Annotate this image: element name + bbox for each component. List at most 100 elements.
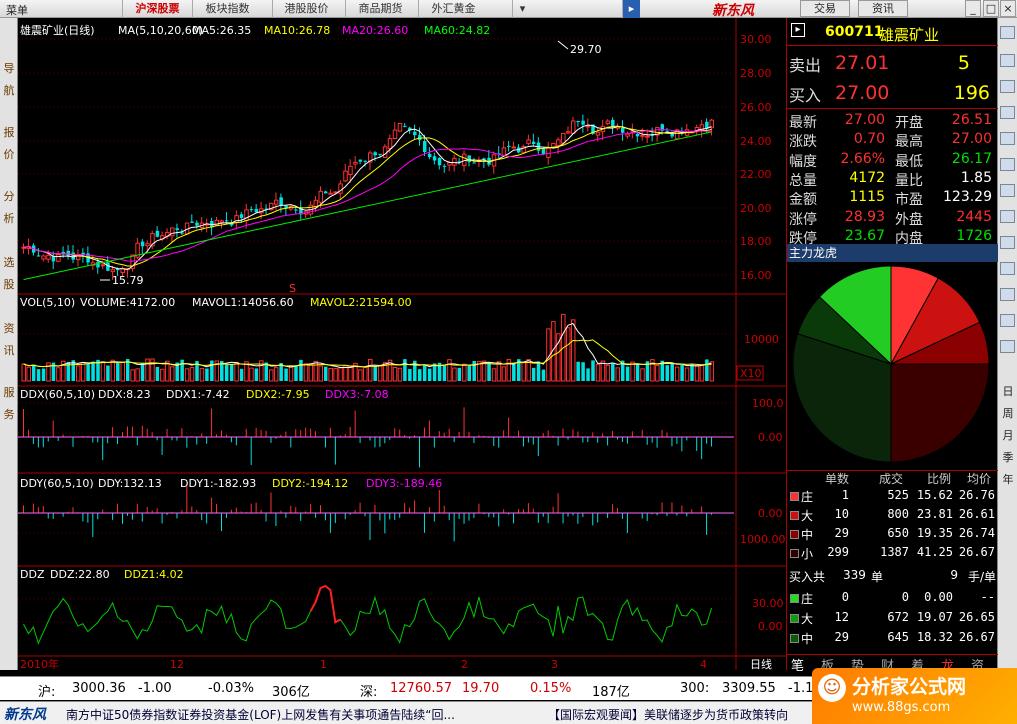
period-label[interactable]: 日线 — [750, 657, 772, 670]
tool-icon-10[interactable] — [1000, 262, 1015, 275]
candle-body — [195, 222, 199, 226]
ddy-label: DDY(60,5,10) — [20, 477, 94, 490]
tool-icon-11[interactable] — [1000, 288, 1015, 301]
tool-icon-2[interactable] — [1000, 54, 1015, 67]
sidebar-analysis-1[interactable]: 分 — [1, 186, 17, 207]
tool-icon-12[interactable] — [1000, 314, 1015, 327]
quote-toggle-icon[interactable]: ▸ — [791, 23, 805, 37]
candle-body — [140, 241, 145, 247]
sidebar-select-2[interactable]: 股 — [1, 274, 17, 295]
sidebar-quote-1[interactable]: 报 — [1, 122, 17, 143]
volume-bar — [531, 367, 536, 381]
sz-percent: 0.15% — [530, 681, 572, 696]
order-cell: -- — [980, 590, 995, 604]
sidebar-nav-1[interactable]: 导 — [1, 58, 17, 79]
quote-value-2: 26.51 — [951, 112, 992, 128]
sidebar-info-2[interactable]: 讯 — [1, 340, 17, 361]
sidebar-analysis-2[interactable]: 析 — [1, 208, 17, 229]
date-tick-3: 1 — [320, 658, 327, 670]
quote-row: 总量 4172 量比 1.85 — [787, 170, 998, 190]
volume-bar — [581, 362, 585, 381]
tab-futures[interactable]: 商品期货 — [345, 0, 415, 18]
period-day[interactable]: 日 — [1000, 382, 1016, 402]
candle-body — [180, 232, 184, 234]
sell-label: 卖出 — [789, 56, 822, 75]
maximize-icon[interactable]: □ — [983, 0, 999, 17]
sidebar-nav-2[interactable]: 航 — [1, 80, 17, 101]
quote-value: 27.00 — [844, 112, 885, 128]
sz-amount: 187亿 — [592, 685, 630, 700]
period-season[interactable]: 季 — [1000, 448, 1016, 468]
volume-bar — [512, 362, 516, 381]
scroll-right-icon[interactable]: ▸ — [622, 0, 640, 18]
candle-body — [546, 147, 551, 158]
kline-chart-area[interactable]: 雄震矿业(日线) MA(5,10,20,60) MA5:26.35 MA10:2… — [18, 18, 786, 670]
tool-icon-8[interactable] — [1000, 210, 1015, 223]
period-month[interactable]: 月 — [1000, 426, 1016, 446]
news-item-1[interactable]: 南方中证50债券指数证券投资基金(LOF)上网发售有关事项通告陆续“回... — [66, 706, 455, 723]
buy-volume: 196 — [953, 82, 990, 104]
order-color-swatch — [790, 530, 799, 539]
order-cell: 12 — [834, 610, 849, 624]
volume-bar — [284, 368, 288, 381]
quote-row: 幅度 2.66% 最低 26.17 — [787, 151, 998, 171]
volume-bar — [184, 368, 190, 382]
tool-icon-1[interactable] — [1000, 26, 1015, 39]
vol-unit: X10 — [740, 367, 762, 380]
candle-body — [442, 165, 447, 167]
order-cell: 10 — [834, 507, 849, 521]
news-item-2[interactable]: 【国际宏观要闻】美联储逐步为货币政策转向 — [548, 706, 788, 723]
volume-bar — [605, 364, 611, 382]
order-row: 小 299 1387 41.25 26.67 — [787, 545, 998, 563]
quote-value: 28.93 — [844, 208, 885, 225]
date-tick-2: 12 — [170, 658, 184, 670]
tool-icon-4[interactable] — [1000, 106, 1015, 119]
sidebar-service-1[interactable]: 服 — [1, 382, 17, 403]
volume-bar — [333, 368, 338, 382]
order-cell: 18.32 — [916, 630, 953, 644]
left-sidebar: 导 航 报 价 分 析 选 股 资 讯 服 务 — [0, 18, 18, 670]
volume-bar — [328, 368, 333, 382]
period-year[interactable]: 年 — [1000, 470, 1016, 490]
buy-summary-hands-unit: 手/单 — [967, 570, 996, 584]
volume-bar — [189, 367, 195, 382]
tool-icon-7[interactable] — [1000, 184, 1015, 197]
candle-body — [392, 129, 398, 139]
tab-ticks[interactable]: 笔 — [791, 655, 804, 674]
period-week[interactable]: 周 — [1000, 404, 1016, 424]
tab-forex-gold[interactable]: 外汇黄金 — [418, 0, 488, 18]
tool-icon-13[interactable] — [1000, 340, 1015, 353]
dropdown-arrow-icon[interactable]: ▾ — [512, 0, 532, 18]
tool-icon-5[interactable] — [1000, 132, 1015, 145]
volume-bar — [31, 364, 36, 381]
volume-bar — [570, 319, 576, 382]
sidebar-quote-2[interactable]: 价 — [1, 144, 17, 165]
tab-hk-stocks[interactable]: 港股股价 — [272, 0, 340, 18]
order-cell: 26.76 — [958, 488, 995, 502]
sidebar-select-1[interactable]: 选 — [1, 252, 17, 273]
quote-key-2: 最低 — [895, 153, 923, 170]
stock-name: 雄震矿业 — [879, 26, 940, 44]
info-button[interactable]: 资讯 — [858, 0, 908, 17]
minimize-icon[interactable]: _ — [965, 0, 981, 17]
tool-icon-6[interactable] — [1000, 158, 1015, 171]
tool-icon-9[interactable] — [1000, 236, 1015, 249]
volume-bar — [120, 361, 125, 382]
sidebar-service-2[interactable]: 务 — [1, 404, 17, 425]
candle-body — [620, 127, 625, 133]
candle-body — [541, 148, 546, 155]
candle-body — [387, 138, 393, 150]
sidebar-info-1[interactable]: 资 — [1, 318, 17, 339]
volume-bar — [403, 359, 407, 381]
tab-stocks[interactable]: 沪深股票 — [122, 0, 192, 18]
menu-button[interactable]: 菜单 — [6, 2, 28, 18]
volume-bar — [269, 369, 274, 382]
trade-button[interactable]: 交易 — [800, 0, 850, 17]
ddy-tick-2: 1000.00 — [740, 533, 786, 546]
sh-amount: 306亿 — [272, 685, 310, 700]
candle-body — [585, 125, 591, 128]
candle-body — [467, 155, 471, 163]
tool-icon-3[interactable] — [1000, 80, 1015, 93]
close-icon[interactable]: × — [1000, 0, 1016, 17]
tab-sector-index[interactable]: 板块指数 — [192, 0, 262, 18]
